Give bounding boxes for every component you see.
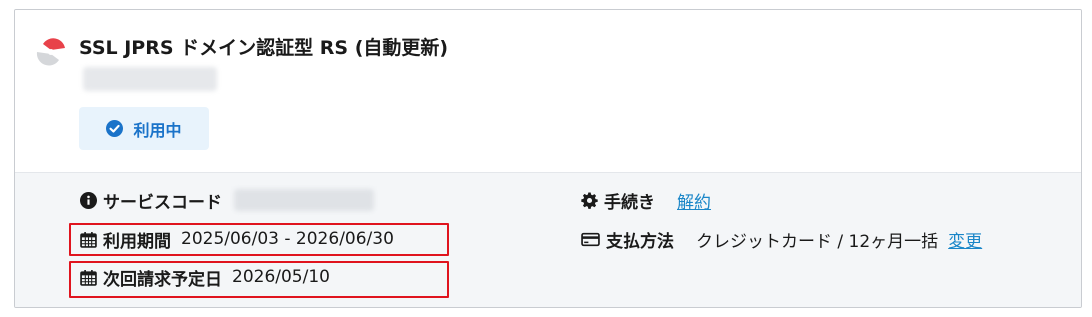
credit-card-icon [581, 232, 600, 246]
usage-period-label: 利用期間 [103, 231, 171, 252]
service-code-label: サービスコード [103, 192, 222, 213]
calendar-icon [80, 231, 97, 248]
status-badge: 利用中 [79, 107, 209, 150]
procedure-row: 手続き 解約 [581, 186, 711, 214]
check-circle-icon [106, 120, 124, 137]
service-code-value-redacted [234, 189, 374, 211]
procedure-label: 手続き [604, 192, 655, 213]
cancel-link[interactable]: 解約 [677, 188, 711, 213]
status-label: 利用中 [133, 120, 182, 140]
usage-period-row: 利用期間 2025/06/03 - 2026/06/30 [80, 225, 394, 253]
payment-method-label: 支払方法 [606, 231, 674, 252]
usage-period-value: 2025/06/03 - 2026/06/30 [181, 229, 394, 249]
service-code-row: サービスコード [80, 186, 374, 214]
payment-method-row: 支払方法 クレジットカード / 12ヶ月一括 変更 [581, 225, 982, 253]
next-billing-row: 次回請求予定日 2026/05/10 [80, 263, 330, 291]
domain-name-redacted [83, 67, 217, 91]
gear-icon [581, 192, 598, 209]
change-payment-link[interactable]: 変更 [948, 227, 982, 252]
next-billing-label: 次回請求予定日 [103, 269, 222, 290]
info-circle-icon [80, 191, 97, 209]
service-logo-icon [36, 38, 65, 66]
product-title: SSL JPRS ドメイン認証型 RS (自動更新) [79, 37, 449, 59]
next-billing-value: 2026/05/10 [232, 267, 330, 287]
card-header: SSL JPRS ドメイン認証型 RS (自動更新) 利用中 [15, 10, 1081, 172]
calendar-icon [80, 269, 97, 286]
payment-method-value: クレジットカード / 12ヶ月一括 [696, 231, 939, 252]
